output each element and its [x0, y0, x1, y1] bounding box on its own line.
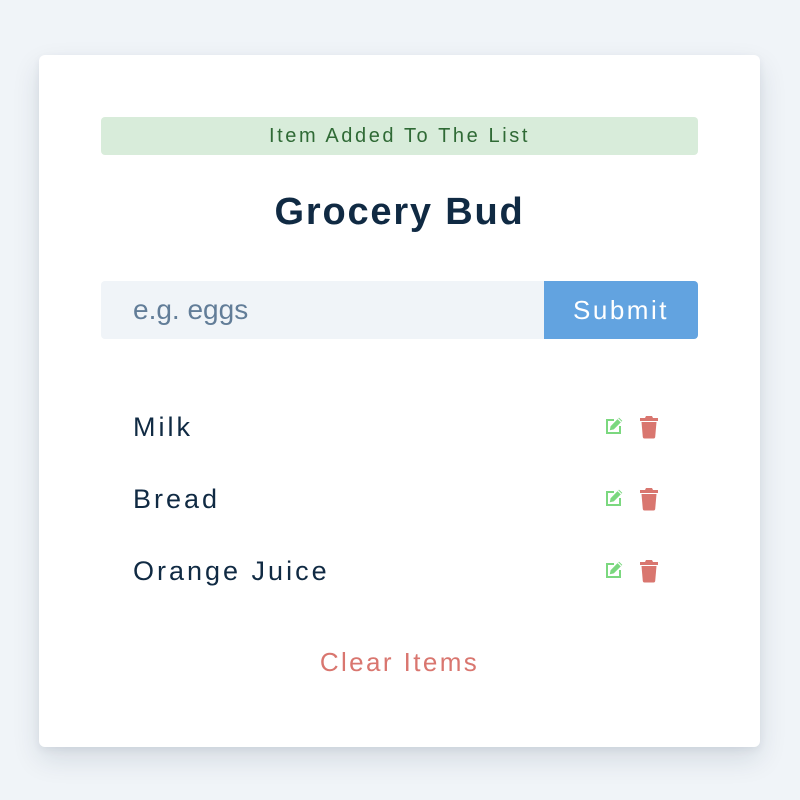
edit-button[interactable]	[601, 414, 625, 440]
trash-icon	[640, 416, 658, 439]
page-title: Grocery Bud	[274, 191, 525, 233]
delete-button[interactable]	[637, 414, 661, 440]
grocery-form: Submit	[101, 281, 698, 339]
submit-button[interactable]: Submit	[544, 281, 698, 339]
trash-icon	[640, 488, 658, 511]
grocery-input[interactable]	[101, 281, 544, 339]
delete-button[interactable]	[637, 558, 661, 584]
grocery-list: Milk Bread Orange Juice	[101, 391, 698, 607]
grocery-item-label: Orange Juice	[133, 556, 330, 586]
item-actions	[601, 486, 661, 512]
item-actions	[601, 414, 661, 440]
edit-icon	[606, 489, 623, 506]
grocery-item: Bread	[101, 463, 698, 535]
grocery-card: Item Added To The List Grocery Bud Submi…	[39, 55, 760, 747]
edit-button[interactable]	[601, 558, 625, 584]
grocery-item-label: Milk	[133, 412, 193, 442]
grocery-item: Orange Juice	[101, 535, 698, 607]
grocery-item-label: Bread	[133, 484, 221, 514]
grocery-item: Milk	[101, 391, 698, 463]
delete-button[interactable]	[637, 486, 661, 512]
success-alert: Item Added To The List	[101, 117, 698, 155]
edit-icon	[606, 561, 623, 578]
clear-items-button[interactable]: Clear Items	[39, 643, 760, 681]
edit-button[interactable]	[601, 486, 625, 512]
item-actions	[601, 558, 661, 584]
trash-icon	[640, 560, 658, 583]
edit-icon	[606, 417, 623, 434]
